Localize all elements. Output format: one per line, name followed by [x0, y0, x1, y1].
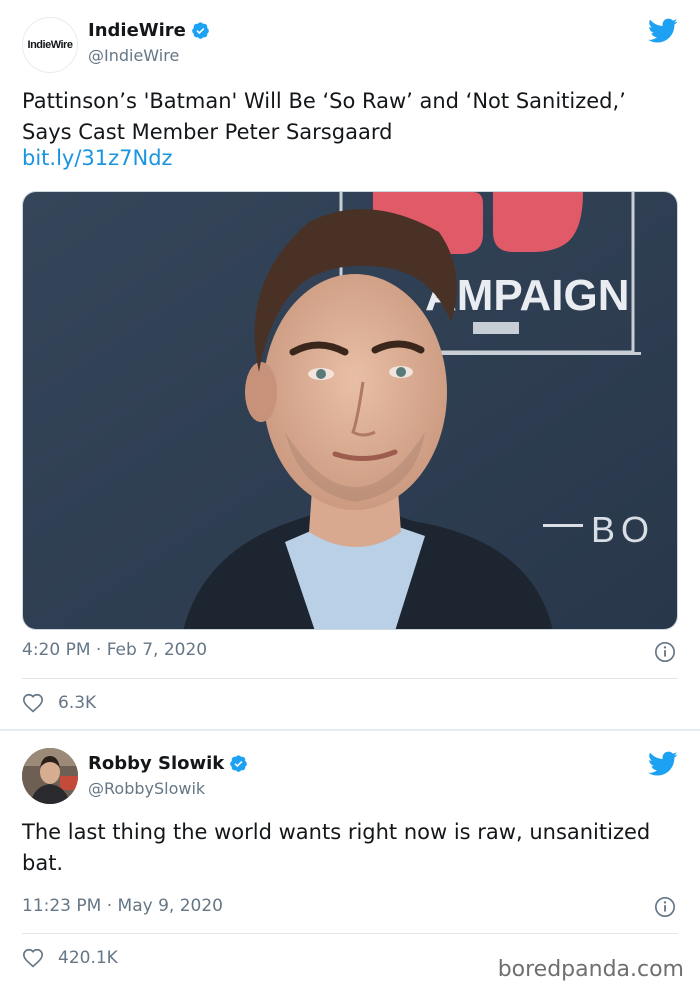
- like-count: 6.3K: [58, 693, 97, 713]
- divider: [22, 933, 678, 934]
- tweet-timestamp[interactable]: 11:23 PM · May 9, 2020: [22, 896, 223, 916]
- author-name[interactable]: IndieWire: [88, 20, 186, 41]
- divider: [22, 678, 678, 679]
- author-handle[interactable]: @RobbySlowik: [88, 779, 205, 798]
- like-button[interactable]: 6.3K: [22, 692, 96, 714]
- heart-icon: [23, 948, 43, 968]
- tweet-card-indiewire: IndieWire IndieWire @IndieWire Pattinson…: [0, 0, 700, 729]
- photo-portrait: AMPAIGN BO: [23, 192, 677, 629]
- tweet-link[interactable]: bit.ly/31z7Ndz: [22, 146, 173, 170]
- tweet-card-robbyslowik: Robby Slowik @RobbySlowik The last thing…: [0, 731, 700, 987]
- watermark: boredpanda.com: [497, 957, 684, 982]
- twitter-bird-icon[interactable]: [648, 751, 678, 777]
- tweet-text: The last thing the world wants right now…: [22, 820, 651, 875]
- author-name[interactable]: Robby Slowik: [88, 753, 224, 774]
- author-name-row[interactable]: IndieWire: [88, 20, 210, 41]
- tweet-photo[interactable]: AMPAIGN BO: [22, 191, 678, 630]
- like-button[interactable]: 420.1K: [22, 947, 118, 969]
- avatar-indiewire[interactable]: IndieWire: [22, 17, 78, 73]
- heart-icon: [23, 693, 43, 713]
- backdrop-text-2: BO: [591, 509, 655, 550]
- author-handle[interactable]: @IndieWire: [88, 46, 179, 65]
- twitter-bird-icon[interactable]: [648, 18, 678, 44]
- tweet-text: Pattinson’s 'Batman' Will Be ‘So Raw’ an…: [22, 89, 626, 144]
- info-icon[interactable]: [654, 641, 676, 663]
- avatar-robbyslowik[interactable]: [22, 748, 78, 804]
- verified-badge-icon: [192, 22, 209, 39]
- avatar-photo: [22, 748, 78, 804]
- avatar-logo-text: IndieWire: [27, 39, 73, 51]
- verified-badge-icon: [230, 755, 248, 772]
- tweet-timestamp[interactable]: 4:20 PM · Feb 7, 2020: [22, 640, 207, 660]
- info-icon[interactable]: [654, 896, 676, 918]
- author-name-row[interactable]: Robby Slowik: [88, 753, 248, 774]
- like-count: 420.1K: [58, 948, 118, 968]
